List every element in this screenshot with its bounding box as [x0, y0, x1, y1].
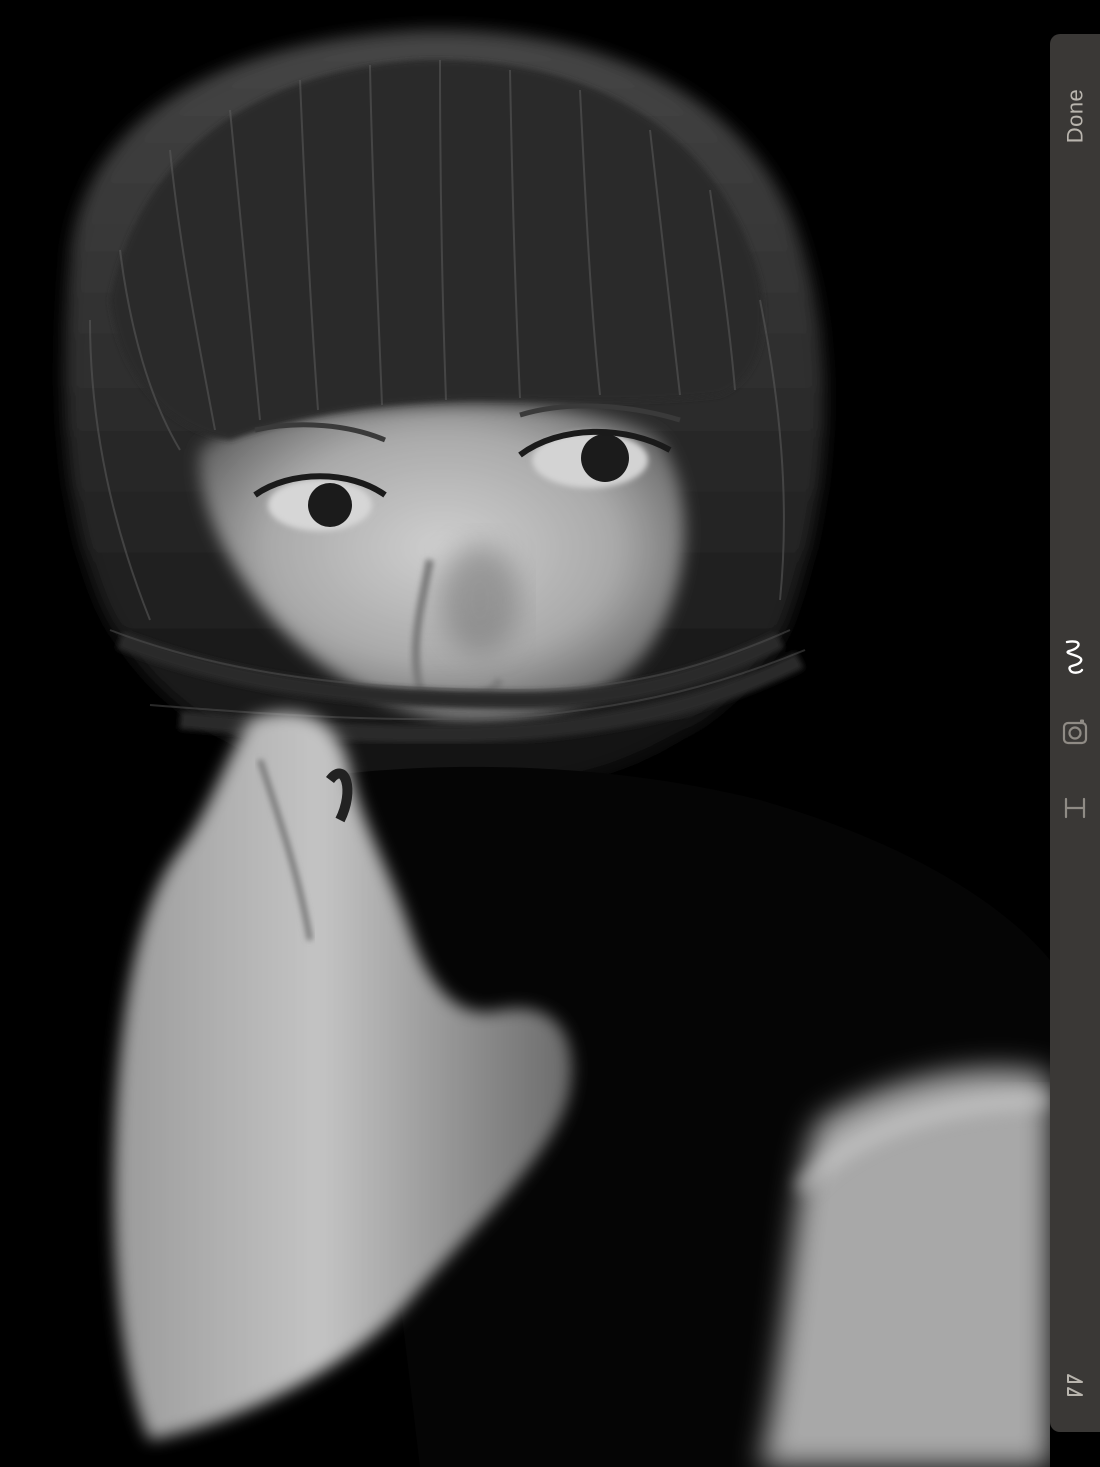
text-tool-button[interactable]: [1050, 786, 1100, 830]
camera-icon: [1061, 718, 1089, 746]
double-chevron-icon: [1065, 1372, 1085, 1400]
squiggle-draw-icon: [1064, 636, 1086, 676]
text-cursor-icon: [1063, 796, 1087, 820]
portrait-artwork: [0, 0, 1050, 1467]
drawing-screen: Done: [0, 0, 1100, 1467]
done-button[interactable]: Done: [1050, 68, 1100, 164]
drawing-canvas[interactable]: [0, 0, 1050, 1467]
camera-tool-button[interactable]: [1050, 710, 1100, 754]
done-button-label: Done: [1062, 88, 1087, 144]
collapse-toolbar-button[interactable]: [1050, 1364, 1100, 1408]
tool-sidebar: Done: [1050, 34, 1100, 1432]
draw-tool-button[interactable]: [1050, 634, 1100, 678]
